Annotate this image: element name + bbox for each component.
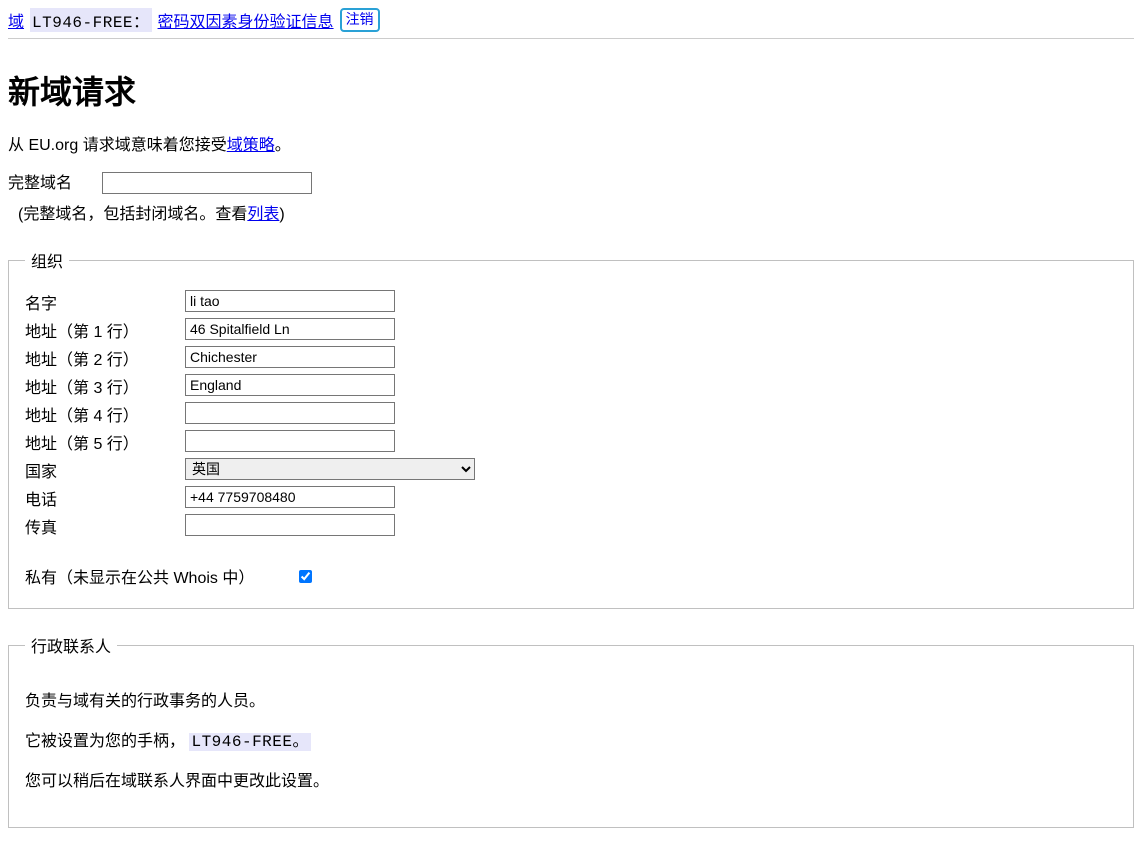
policy-suffix: 。 xyxy=(275,137,291,154)
organization-legend: 组织 xyxy=(25,248,69,272)
org-addr5-input[interactable] xyxy=(185,430,395,452)
org-country-select[interactable]: 英国 xyxy=(185,458,475,480)
password-2fa-link[interactable]: 密码双因素身份验证信息 xyxy=(158,8,334,32)
org-addr1-input[interactable] xyxy=(185,318,395,340)
hint-prefix: (完整域名，包括封闭域名。查看 xyxy=(18,206,247,223)
org-addr2-input[interactable] xyxy=(185,346,395,368)
org-addr4-input[interactable] xyxy=(185,402,395,424)
logout-button[interactable]: 注销 xyxy=(340,8,380,32)
admin-contact-fieldset: 行政联系人 负责与域有关的行政事务的人员。 它被设置为您的手柄， LT946-F… xyxy=(8,633,1134,828)
admin-contact-legend: 行政联系人 xyxy=(25,633,117,657)
admin-p1: 负责与域有关的行政事务的人员。 xyxy=(25,687,1117,711)
hint-suffix: ) xyxy=(279,206,284,223)
org-addr4-label: 地址（第 4 行） xyxy=(25,402,185,426)
org-fax-input[interactable] xyxy=(185,514,395,536)
domains-link[interactable]: 域 xyxy=(8,8,24,32)
page-title: 新域请求 xyxy=(8,67,1134,113)
top-bar: 域 LT946-FREE： 密码双因素身份验证信息 注销 xyxy=(8,8,1134,39)
admin-p2-handle: LT946-FREE。 xyxy=(189,733,311,751)
private-label: 私有（未显示在公共 Whois 中） xyxy=(25,564,254,588)
full-domain-input[interactable] xyxy=(102,172,312,194)
full-domain-hint: (完整域名，包括封闭域名。查看列表) xyxy=(18,200,1134,224)
org-form-table: 名字 地址（第 1 行） 地址（第 2 行） 地址（第 3 行） 地址（第 4 … xyxy=(25,286,475,542)
org-fax-label: 传真 xyxy=(25,514,185,538)
admin-p3: 您可以稍后在域联系人界面中更改此设置。 xyxy=(25,767,1117,791)
policy-notice: 从 EU.org 请求域意味着您接受域策略。 xyxy=(8,131,1134,155)
org-phone-input[interactable] xyxy=(185,486,395,508)
org-addr5-label: 地址（第 5 行） xyxy=(25,430,185,454)
domain-list-link[interactable]: 列表 xyxy=(247,206,279,223)
org-addr1-label: 地址（第 1 行） xyxy=(25,318,185,342)
private-checkbox[interactable] xyxy=(299,570,312,583)
admin-p2: 它被设置为您的手柄， LT946-FREE。 xyxy=(25,727,1117,751)
org-name-label: 名字 xyxy=(25,290,185,314)
private-row: 私有（未显示在公共 Whois 中） xyxy=(25,564,1117,588)
org-addr3-input[interactable] xyxy=(185,374,395,396)
policy-prefix: 从 EU.org 请求域意味着您接受 xyxy=(8,137,227,154)
org-addr2-label: 地址（第 2 行） xyxy=(25,346,185,370)
admin-p2-prefix: 它被设置为您的手柄， xyxy=(25,733,185,750)
full-domain-label: 完整域名 xyxy=(8,169,98,193)
domain-policy-link[interactable]: 域策略 xyxy=(227,137,275,154)
org-phone-label: 电话 xyxy=(25,486,185,510)
org-addr3-label: 地址（第 3 行） xyxy=(25,374,185,398)
user-handle: LT946-FREE： xyxy=(30,8,152,32)
org-country-label: 国家 xyxy=(25,458,185,482)
full-domain-row: 完整域名 xyxy=(8,169,1134,194)
org-name-input[interactable] xyxy=(185,290,395,312)
organization-fieldset: 组织 名字 地址（第 1 行） 地址（第 2 行） 地址（第 3 行） 地址（第… xyxy=(8,248,1134,609)
